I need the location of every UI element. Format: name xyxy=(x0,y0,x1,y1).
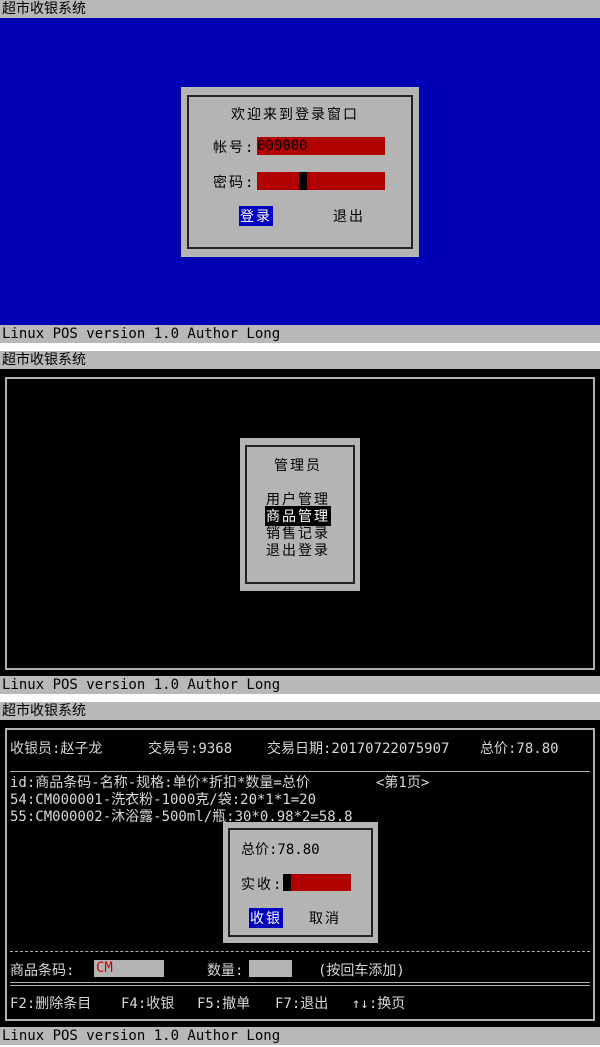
status-bar: Linux POS version 1.0 Author Long xyxy=(0,676,600,694)
quantity-input[interactable] xyxy=(249,960,292,977)
popup-total: 总价:78.80 xyxy=(241,842,320,858)
paid-label: 实收: xyxy=(241,877,284,893)
shortcut-page[interactable]: ↑↓:换页 xyxy=(352,993,405,1013)
login-dialog: 欢迎来到登录窗口 帐号: 000000 密码: 登录 退出 xyxy=(181,87,419,257)
transaction-date: 交易日期:20170722075907 xyxy=(267,741,450,757)
app-title-bar: 超市收银系统 xyxy=(0,0,600,18)
password-label: 密码: xyxy=(213,175,256,191)
confirm-checkout-button[interactable]: 收银 xyxy=(249,908,283,928)
barcode-label: 商品条码: xyxy=(10,963,75,979)
password-input[interactable] xyxy=(257,172,385,190)
checkout-screen: 超市收银系统 收银员:赵子龙 交易号:9368 交易日期:20170722075… xyxy=(0,702,600,1047)
login-screen: 超市收银系统 欢迎来到登录窗口 帐号: 000000 密码: 登录 退出 Lin… xyxy=(0,0,600,345)
account-label: 帐号: xyxy=(213,140,256,156)
cancel-button[interactable]: 取消 xyxy=(309,908,341,928)
admin-menu-screen: 超市收银系统 管理员 用户管理 商品管理 销售记录 退出登录 Linux POS… xyxy=(0,351,600,696)
login-button[interactable]: 登录 xyxy=(239,206,273,226)
admin-menu-dialog: 管理员 用户管理 商品管理 销售记录 退出登录 xyxy=(240,438,360,591)
page-indicator: <第1页> xyxy=(376,775,430,791)
cashier-name: 收银员:赵子龙 xyxy=(10,741,103,757)
transaction-number: 交易号:9368 xyxy=(148,741,233,757)
add-hint: (按回车添加) xyxy=(318,963,405,979)
app-title-bar: 超市收银系统 xyxy=(0,351,600,369)
status-bar: Linux POS version 1.0 Author Long xyxy=(0,1027,600,1045)
shortcut-exit[interactable]: F7:退出 xyxy=(275,993,328,1013)
status-bar: Linux POS version 1.0 Author Long xyxy=(0,325,600,343)
shortcut-checkout[interactable]: F4:收银 xyxy=(121,993,174,1013)
input-divider xyxy=(10,951,590,952)
payment-dialog: 总价:78.80 实收: 收银 取消 xyxy=(223,822,378,943)
total-price: 总价:78.80 xyxy=(480,741,559,757)
app-title-bar: 超市收银系统 xyxy=(0,702,600,720)
shortcut-void[interactable]: F5:撤单 xyxy=(197,993,250,1013)
exit-button[interactable]: 退出 xyxy=(333,206,365,226)
barcode-input-value: CM xyxy=(96,960,113,976)
quantity-label: 数量: xyxy=(207,963,244,979)
shortcut-divider xyxy=(10,982,590,986)
paid-input[interactable] xyxy=(283,874,351,891)
barcode-input[interactable]: CM xyxy=(94,960,164,977)
text-cursor xyxy=(283,874,291,891)
shortcut-delete[interactable]: F2:删除条目 xyxy=(10,993,91,1013)
menu-item-logout[interactable]: 退出登录 xyxy=(266,540,330,560)
login-welcome-text: 欢迎来到登录窗口 xyxy=(231,107,359,123)
account-input[interactable]: 000000 xyxy=(257,137,385,155)
account-input-value: 000000 xyxy=(257,138,308,154)
text-cursor xyxy=(299,172,307,190)
menu-title: 管理员 xyxy=(274,458,322,474)
